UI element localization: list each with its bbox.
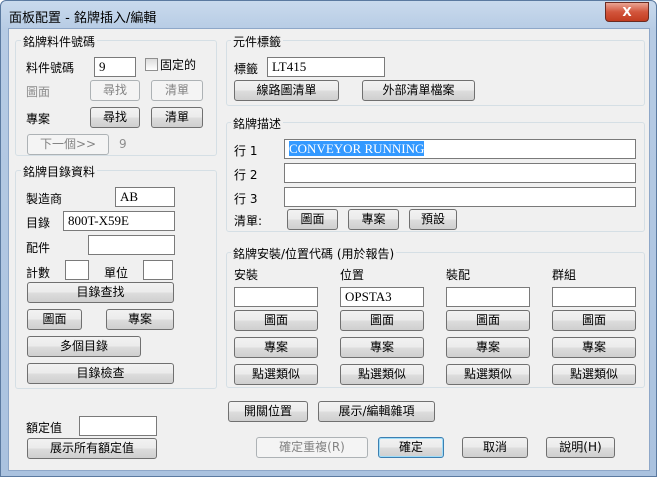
catalog-check-button[interactable]: 目錄檢查 xyxy=(27,363,174,384)
part-number-group-title: 銘牌料件號碼 xyxy=(21,33,98,50)
description-group-title: 銘牌描述 xyxy=(231,115,284,132)
group-column-label: 群組 xyxy=(552,268,577,282)
close-icon: X xyxy=(622,5,632,19)
install-column-label: 安裝 xyxy=(234,268,259,282)
count-label: 計數 xyxy=(26,266,51,280)
group-pick-similar-button[interactable]: 點選類似 xyxy=(552,364,636,385)
location-field[interactable]: OPSTA3 xyxy=(340,287,424,307)
install-field[interactable] xyxy=(234,287,318,307)
tag-label: 標籤 xyxy=(234,62,259,76)
unit-field[interactable] xyxy=(143,260,173,280)
rating-label: 額定值 xyxy=(26,421,63,435)
dialog-window: 面板配置 - 銘牌插入/編輯 X 銘牌料件號碼 料件號碼 9 固定的 圖面 尋找… xyxy=(0,0,657,477)
location-project-button[interactable]: 專案 xyxy=(340,337,424,358)
external-list-file-button[interactable]: 外部清單檔案 xyxy=(362,80,475,101)
clear-project-button[interactable]: 清單 xyxy=(151,107,203,128)
location-pick-similar-button[interactable]: 點選類似 xyxy=(340,364,424,385)
part-no-field[interactable]: 9 xyxy=(94,57,136,77)
count-field[interactable] xyxy=(65,260,89,280)
group-field[interactable] xyxy=(552,287,636,307)
help-button[interactable]: 說明(H) xyxy=(546,437,615,458)
component-tag-group-title: 元件標籤 xyxy=(231,33,284,50)
location-drawing-button[interactable]: 圖面 xyxy=(340,310,424,331)
install-pick-similar-button[interactable]: 點選類似 xyxy=(234,364,318,385)
dialog-client: 銘牌料件號碼 料件號碼 9 固定的 圖面 尋找 清單 專案 尋找 清單 下一個>… xyxy=(8,28,650,471)
show-edit-misc-button[interactable]: 展示/編輯雜項 xyxy=(318,401,435,422)
group-drawing-button[interactable]: 圖面 xyxy=(552,310,636,331)
location-column-label: 位置 xyxy=(340,268,365,282)
group-project-button[interactable]: 專案 xyxy=(552,337,636,358)
assembly-pick-similar-button[interactable]: 點選類似 xyxy=(446,364,530,385)
line3-label: 行 3 xyxy=(234,192,258,206)
desc-project-button[interactable]: 專案 xyxy=(348,209,399,230)
assembly-column-label: 裝配 xyxy=(446,268,471,282)
catalog-field[interactable]: 800T-X59E xyxy=(63,211,175,231)
line3-field[interactable] xyxy=(284,187,636,207)
assembly-project-button[interactable]: 專案 xyxy=(446,337,530,358)
rating-field[interactable] xyxy=(79,416,157,436)
catalog-group-title: 銘牌目錄資料 xyxy=(21,163,98,180)
drawing-label: 圖面 xyxy=(26,85,51,99)
catalog-drawing-button[interactable]: 圖面 xyxy=(27,309,82,330)
manufacturer-label: 製造商 xyxy=(26,192,63,206)
catalog-label: 目錄 xyxy=(26,216,51,230)
line1-label: 行 1 xyxy=(234,144,258,158)
line2-field[interactable] xyxy=(284,163,636,183)
catalog-project-button[interactable]: 專案 xyxy=(106,309,174,330)
switch-position-button[interactable]: 開關位置 xyxy=(228,401,308,422)
tag-field[interactable]: LT415 xyxy=(267,57,385,77)
window-title: 面板配置 - 銘牌插入/編輯 xyxy=(9,11,157,26)
find-project-button[interactable]: 尋找 xyxy=(90,107,140,128)
close-button[interactable]: X xyxy=(605,2,649,22)
ok-repeat-button[interactable]: 確定重複(R) xyxy=(256,437,368,458)
next-button[interactable]: 下一個>> xyxy=(27,134,109,155)
clear-drawing-button[interactable]: 清單 xyxy=(151,80,203,101)
assembly-field[interactable] xyxy=(446,287,530,307)
fixed-label: 固定的 xyxy=(160,58,197,72)
catalog-lookup-button[interactable]: 目錄查找 xyxy=(27,282,174,303)
manufacturer-field[interactable]: AB xyxy=(115,187,175,207)
line2-label: 行 2 xyxy=(234,168,258,182)
unit-label: 單位 xyxy=(104,266,129,280)
project-label: 專案 xyxy=(26,112,51,126)
line1-field[interactable]: CONVEYOR RUNNING xyxy=(284,139,636,159)
install-drawing-button[interactable]: 圖面 xyxy=(234,310,318,331)
assembly-drawing-button[interactable]: 圖面 xyxy=(446,310,530,331)
install-project-button[interactable]: 專案 xyxy=(234,337,318,358)
multiple-catalog-button[interactable]: 多個目錄 xyxy=(27,336,141,357)
cancel-button[interactable]: 取消 xyxy=(462,437,528,458)
desc-default-button[interactable]: 預設 xyxy=(409,209,457,230)
list-label: 清單: xyxy=(234,214,263,228)
find-drawing-button[interactable]: 尋找 xyxy=(90,80,140,101)
wire-diagram-list-button[interactable]: 線路圖清單 xyxy=(234,80,339,101)
part-no-label: 料件號碼 xyxy=(26,61,75,75)
desc-drawing-button[interactable]: 圖面 xyxy=(287,209,338,230)
ok-button[interactable]: 確定 xyxy=(378,437,444,458)
install-location-group-title: 銘牌安裝/位置代碼 (用於報告) xyxy=(231,245,397,262)
next-count: 9 xyxy=(119,137,127,151)
accessory-field[interactable] xyxy=(88,235,175,255)
fixed-checkbox[interactable] xyxy=(145,58,158,71)
accessory-label: 配件 xyxy=(26,241,51,255)
show-all-ratings-button[interactable]: 展示所有額定值 xyxy=(27,438,157,459)
title-bar: 面板配置 - 銘牌插入/編輯 X xyxy=(1,1,656,28)
